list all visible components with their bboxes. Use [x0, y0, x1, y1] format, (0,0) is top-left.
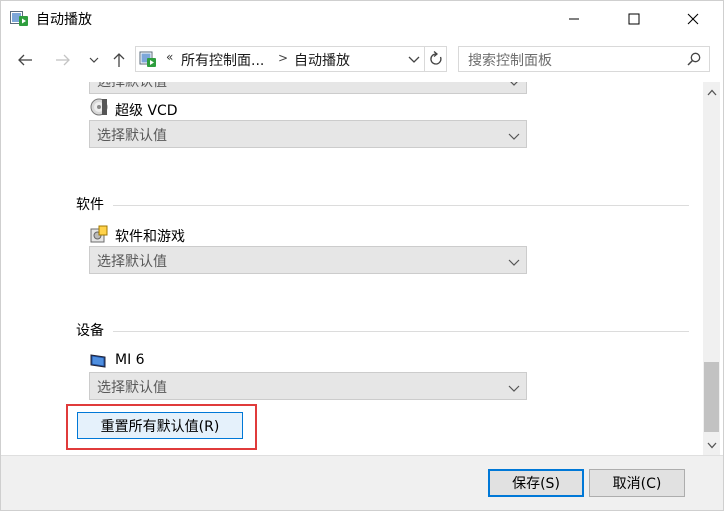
back-button[interactable]: [14, 48, 36, 72]
breadcrumb-separator[interactable]: >: [278, 51, 288, 65]
select-value: 选择默认值: [97, 254, 167, 270]
autoplay-app-icon: [10, 10, 28, 26]
software-games-select[interactable]: 选择默认值: [89, 246, 527, 274]
maximize-button[interactable]: [611, 0, 657, 38]
window-title: 自动播放: [36, 12, 92, 28]
footer-bar: 保存(S) 取消(C): [0, 455, 724, 511]
super-vcd-select[interactable]: 选择默认值: [89, 120, 527, 148]
mi6-label: MI 6: [115, 352, 145, 368]
breadcrumb-parent[interactable]: 所有控制面...: [181, 50, 264, 70]
software-section-title: 软件: [76, 197, 104, 213]
partial-default-select[interactable]: 选择默认值: [89, 82, 527, 94]
refresh-icon: [429, 51, 442, 65]
control-panel-icon: [139, 50, 157, 68]
chevron-down-icon: [89, 57, 99, 63]
mi6-select[interactable]: 选择默认值: [89, 372, 527, 400]
chevron-down-icon: [707, 442, 716, 448]
breadcrumb-overflow[interactable]: «: [166, 50, 173, 64]
chevron-down-icon: [508, 381, 520, 397]
close-icon: [687, 13, 699, 25]
scroll-down-button[interactable]: [703, 435, 720, 455]
select-value: 选择默认值: [97, 128, 167, 144]
super-vcd-label: 超级 VCD: [115, 103, 178, 119]
forward-button[interactable]: [52, 48, 74, 72]
forward-arrow-icon: [56, 54, 70, 66]
title-bar: 自动播放: [0, 0, 724, 38]
select-value: 选择默认值: [97, 82, 167, 90]
cancel-button[interactable]: 取消(C): [589, 469, 685, 497]
address-bar[interactable]: « 所有控制面... > 自动播放: [135, 46, 447, 72]
chevron-up-icon: [707, 89, 716, 95]
up-arrow-icon: [113, 53, 125, 67]
search-placeholder: 搜索控制面板: [468, 53, 552, 69]
content-area: 选择默认值 超级 VCD 选择默认值 软件 软件和游戏 选择默认值 设备 MI …: [0, 82, 703, 455]
vertical-scrollbar[interactable]: [703, 82, 720, 455]
address-dropdown-icon[interactable]: [408, 52, 420, 68]
recent-locations-button[interactable]: [83, 48, 105, 72]
close-button[interactable]: [670, 0, 716, 38]
breadcrumb-current[interactable]: 自动播放: [294, 50, 350, 70]
phone-device-icon: [90, 352, 108, 370]
search-icon[interactable]: [687, 52, 701, 70]
scroll-up-button[interactable]: [703, 82, 720, 102]
minimize-button[interactable]: [551, 0, 597, 38]
chevron-down-icon: [508, 82, 520, 91]
back-arrow-icon: [18, 54, 32, 66]
save-button[interactable]: 保存(S): [488, 469, 584, 497]
section-divider: [113, 331, 689, 332]
select-value: 选择默认值: [97, 380, 167, 396]
scrollbar-thumb[interactable]: [704, 362, 719, 432]
refresh-button[interactable]: [424, 46, 447, 72]
up-button[interactable]: [108, 48, 130, 72]
section-divider: [113, 205, 689, 206]
vcd-disc-icon: [90, 98, 108, 116]
maximize-icon: [628, 13, 640, 25]
search-box[interactable]: 搜索控制面板: [458, 46, 710, 72]
devices-section-title: 设备: [76, 323, 104, 339]
minimize-icon: [569, 18, 579, 20]
software-games-icon: [90, 225, 108, 243]
reset-defaults-button[interactable]: 重置所有默认值(R): [77, 412, 243, 439]
chevron-down-icon: [508, 129, 520, 145]
software-games-label: 软件和游戏: [115, 229, 185, 245]
chevron-down-icon: [508, 255, 520, 271]
